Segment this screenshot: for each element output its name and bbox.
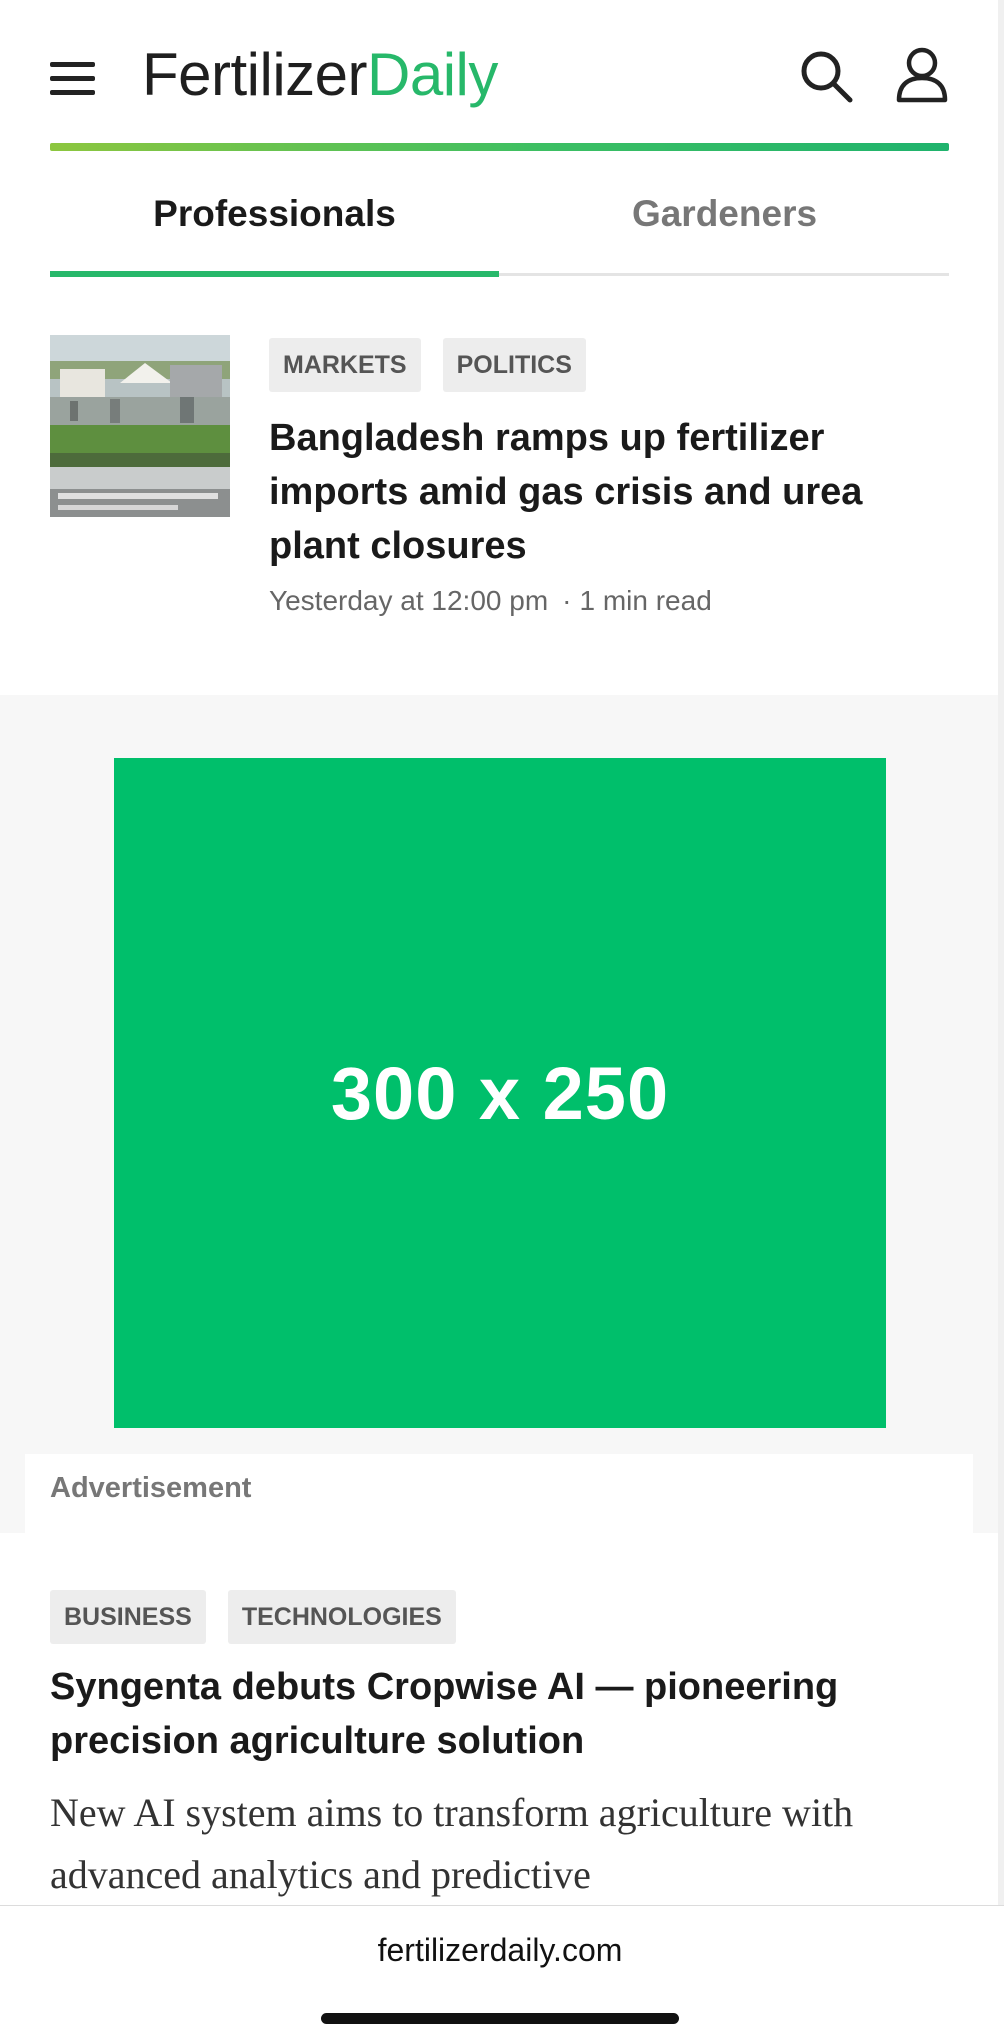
article-thumbnail[interactable] bbox=[50, 335, 230, 517]
user-icon[interactable] bbox=[894, 46, 950, 104]
tag-business[interactable]: BUSINESS bbox=[50, 1590, 206, 1644]
tab-gardeners[interactable]: Gardeners bbox=[500, 170, 949, 270]
ad-size-label: 300 x 250 bbox=[330, 1051, 670, 1135]
article-card: MARKETS POLITICS Bangladesh ramps up fert… bbox=[50, 335, 950, 635]
tag-technologies[interactable]: TECHNOLOGIES bbox=[227, 1590, 456, 1644]
article-title[interactable]: Syngenta debuts Cropwise AI — pioneering… bbox=[50, 1660, 930, 1768]
active-tab-indicator bbox=[50, 271, 499, 277]
logo-text-daily: Daily bbox=[367, 41, 498, 108]
page-edge bbox=[998, 0, 1004, 2026]
tag-politics[interactable]: POLITICS bbox=[442, 338, 586, 392]
menu-icon[interactable] bbox=[50, 62, 95, 96]
article-time: Yesterday at 12:00 pm bbox=[269, 585, 549, 616]
article-meta: Yesterday at 12:00 pm · 1 min read bbox=[269, 585, 712, 617]
article-read-time: 1 min read bbox=[579, 585, 712, 616]
ad-section: 300 x 250 Advertisement bbox=[0, 695, 998, 1533]
article-tags: MARKETS POLITICS bbox=[269, 338, 608, 392]
url-text[interactable]: fertilizerdaily.com bbox=[0, 1932, 1000, 1969]
article-title[interactable]: Bangladesh ramps up fertilizer imports a… bbox=[269, 411, 949, 573]
logo-text-fertilizer: Fertilizer bbox=[142, 41, 368, 108]
site-logo[interactable]: FertilizerDaily bbox=[142, 40, 498, 110]
browser-address-bar[interactable]: fertilizerdaily.com bbox=[0, 1905, 1004, 2027]
article-tags: BUSINESS TECHNOLOGIES bbox=[50, 1590, 478, 1644]
tag-markets[interactable]: MARKETS bbox=[269, 338, 421, 392]
header-accent-bar bbox=[50, 143, 949, 151]
article-card: BUSINESS TECHNOLOGIES Syngenta debuts Cro… bbox=[50, 1588, 950, 1908]
ad-label-strip: Advertisement bbox=[25, 1454, 973, 1533]
search-icon[interactable] bbox=[798, 48, 854, 104]
tab-professionals[interactable]: Professionals bbox=[50, 170, 499, 270]
site-header: FertilizerDaily bbox=[0, 0, 1004, 151]
article-excerpt: New AI system aims to transform agricult… bbox=[50, 1790, 854, 1897]
ad-banner[interactable]: 300 x 250 bbox=[114, 758, 886, 1428]
home-indicator[interactable] bbox=[321, 2013, 679, 2024]
meta-separator: · bbox=[562, 585, 572, 616]
audience-tabs: Professionals Gardeners bbox=[50, 170, 949, 278]
ad-label: Advertisement bbox=[50, 1472, 252, 1504]
